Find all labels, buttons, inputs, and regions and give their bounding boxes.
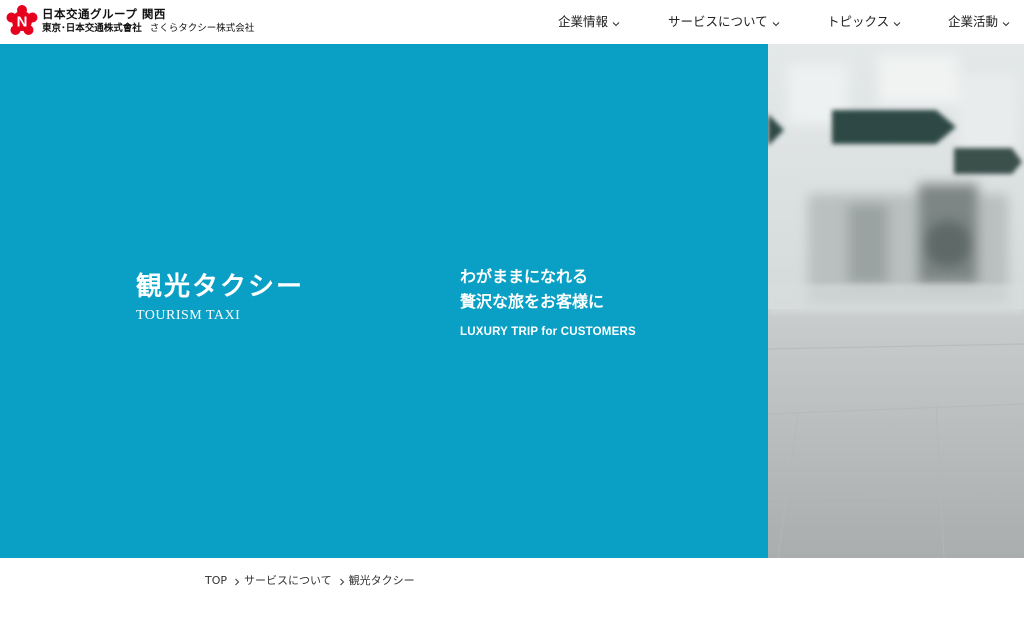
nav-item-label: サービスについて — [668, 13, 768, 29]
nav-item-label: 企業活動 — [948, 13, 999, 29]
sakura-n-logo-icon: N — [6, 5, 38, 37]
chevron-down-icon — [1002, 16, 1010, 27]
breadcrumb-top[interactable]: TOP — [205, 574, 227, 587]
site-logo[interactable]: N 日本交通グループ 関西 東京･日本交通株式會社 さくらタクシー株式会社 — [6, 4, 306, 38]
logo-company-names: 東京･日本交通株式會社 さくらタクシー株式会社 — [42, 22, 255, 34]
tagline-line-2: 贅沢な旅をお客様に — [460, 292, 605, 311]
nav-item-label: 企業情報 — [558, 13, 609, 29]
logo-company-tokyo: 東京･日本交通株式會社 — [42, 22, 142, 34]
nav-item-company-info[interactable]: 企業情報 — [558, 11, 620, 30]
logo-group-name: 日本交通グループ 関西 — [42, 6, 166, 21]
logo-text: 日本交通グループ 関西 東京･日本交通株式會社 さくらタクシー株式会社 — [42, 8, 254, 34]
logo-company-sakura: さくらタクシー株式会社 — [149, 22, 255, 34]
chevron-right-icon — [338, 576, 346, 586]
nav-item-topics[interactable]: トピックス — [827, 11, 901, 30]
hero-section: 観光タクシー TOURISM TAXI わがままになれる 贅沢な旅をお客様に L… — [0, 44, 1024, 558]
site-header: N 日本交通グループ 関西 東京･日本交通株式會社 さくらタクシー株式会社 企業情… — [0, 0, 1024, 44]
chevron-right-icon — [233, 576, 241, 586]
breadcrumb-current: 観光タクシー — [348, 574, 415, 587]
hero-tagline: わがままになれる 贅沢な旅をお客様に — [460, 264, 604, 314]
chevron-down-icon — [893, 16, 901, 27]
nav-item-label: トピックス — [827, 13, 890, 29]
chevron-down-icon — [772, 16, 780, 27]
breadcrumb: TOP サービスについて 観光タクシー — [205, 572, 415, 588]
chevron-down-icon — [612, 16, 620, 27]
hero-tagline-english: LUXURY TRIP for CUSTOMERS — [460, 326, 636, 338]
hero-photo-station — [768, 44, 1024, 558]
hero-blue-panel: 観光タクシー TOURISM TAXI わがままになれる 贅沢な旅をお客様に L… — [0, 44, 768, 558]
nav-item-services[interactable]: サービスについて — [668, 11, 780, 30]
page-subtitle: TOURISM TAXI — [136, 308, 241, 323]
page-title: 観光タクシー — [136, 272, 305, 302]
tagline-line-1: わがままになれる — [460, 267, 589, 286]
logo-letter: N — [17, 14, 28, 31]
nav-item-activities[interactable]: 企業活動 — [948, 11, 1010, 30]
breadcrumb-services[interactable]: サービスについて — [244, 572, 332, 588]
